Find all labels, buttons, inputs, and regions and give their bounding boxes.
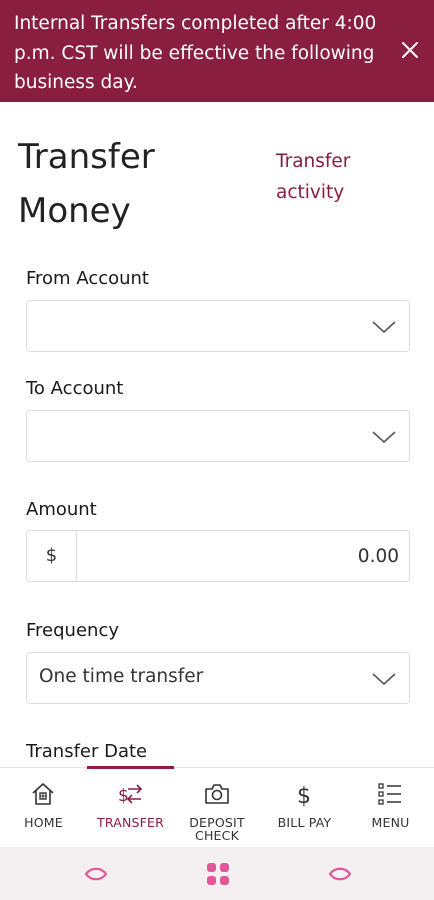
bottom-navigation: HOME $ TRANSFER DEPOSIT CHECK $ BILL PAY… bbox=[0, 766, 434, 848]
frequency-select[interactable]: One time transfer bbox=[26, 652, 410, 704]
nav-home-label: HOME bbox=[24, 815, 63, 830]
nav-menu-label: MENU bbox=[371, 815, 410, 830]
nav-home[interactable]: HOME bbox=[0, 768, 87, 848]
currency-prefix: $ bbox=[27, 531, 77, 581]
nav-menu[interactable]: MENU bbox=[347, 768, 434, 848]
amount-field[interactable]: $ bbox=[26, 530, 410, 582]
camera-icon bbox=[205, 784, 229, 804]
notice-banner-message: Internal Transfers completed after 4:00 … bbox=[14, 13, 377, 93]
recents-icon[interactable] bbox=[327, 861, 353, 887]
system-navigation-bar bbox=[0, 847, 434, 900]
nav-deposit-check[interactable]: DEPOSIT CHECK bbox=[174, 768, 261, 848]
amount-input[interactable] bbox=[79, 531, 399, 581]
menu-list-icon bbox=[378, 783, 401, 805]
nav-bill-pay-label: BILL PAY bbox=[277, 815, 332, 830]
frequency-label: Frequency bbox=[26, 620, 119, 641]
page-header: Transfer Money Transfer activity bbox=[0, 102, 434, 252]
svg-text:$: $ bbox=[118, 786, 129, 806]
close-icon[interactable] bbox=[400, 40, 420, 60]
nav-transfer[interactable]: $ TRANSFER bbox=[87, 768, 174, 848]
nav-transfer-label: TRANSFER bbox=[96, 815, 165, 830]
home-icon bbox=[32, 783, 54, 805]
svg-text:$: $ bbox=[297, 784, 311, 808]
transfer-date-label: Transfer Date bbox=[26, 741, 148, 762]
chevron-down-icon bbox=[372, 431, 396, 444]
to-account-label: To Account bbox=[26, 378, 124, 399]
notice-banner: Internal Transfers completed after 4:00 … bbox=[0, 0, 434, 102]
back-icon[interactable] bbox=[83, 861, 109, 887]
nav-deposit-check-label: DEPOSIT CHECK bbox=[189, 815, 245, 843]
amount-label: Amount bbox=[26, 499, 97, 520]
dollar-icon: $ bbox=[297, 784, 311, 808]
chevron-down-icon bbox=[372, 321, 396, 334]
nav-bill-pay[interactable]: $ BILL PAY bbox=[261, 768, 348, 848]
from-account-label: From Account bbox=[26, 268, 149, 289]
home-button-icon[interactable] bbox=[205, 861, 231, 887]
transfer-icon: $ bbox=[118, 784, 143, 806]
chevron-down-icon bbox=[372, 673, 396, 686]
page-title: Transfer Money bbox=[18, 137, 155, 231]
from-account-select[interactable] bbox=[26, 300, 410, 352]
to-account-select[interactable] bbox=[26, 410, 410, 462]
frequency-value: One time transfer bbox=[39, 666, 204, 687]
transfer-activity-link[interactable]: Transfer activity bbox=[276, 146, 386, 208]
